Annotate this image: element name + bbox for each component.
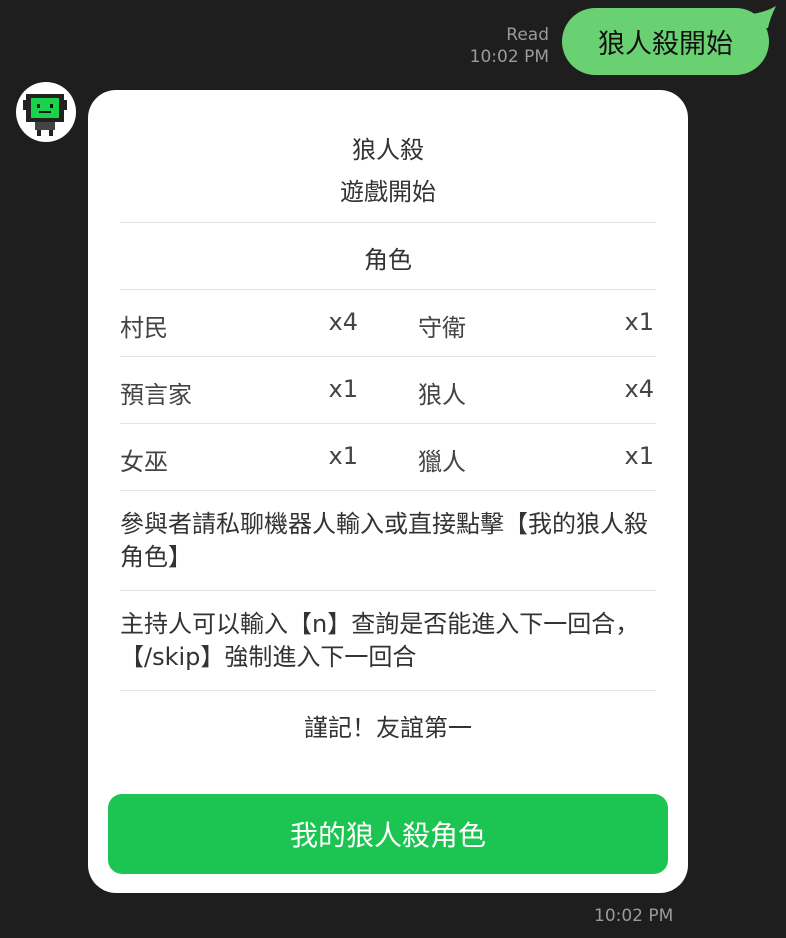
divider xyxy=(120,423,656,424)
sent-message-text: 狼人殺開始 xyxy=(598,29,733,60)
sent-timestamp: 10:02 PM xyxy=(469,47,549,67)
role-name: 守衛 xyxy=(418,314,466,342)
my-role-button[interactable]: 我的狼人殺角色 xyxy=(108,794,668,874)
card-subtitle: 遊戲開始 xyxy=(340,178,436,206)
sent-message-bubble[interactable]: 狼人殺開始 xyxy=(562,8,769,75)
role-count: x1 xyxy=(328,442,358,470)
bot-avatar[interactable] xyxy=(16,82,76,142)
host-instructions: 主持人可以輸入【n】查詢是否能進入下一回合，【/skip】強制進入下一回合 xyxy=(120,610,640,671)
game-start-card: 狼人殺 遊戲開始 角色 村民 x4 守衛 x1 預言家 x1 狼人 x4 女巫 … xyxy=(88,90,688,893)
card-title: 狼人殺 xyxy=(352,136,424,164)
role-name: 預言家 xyxy=(120,381,192,409)
divider xyxy=(120,356,656,357)
role-count: x1 xyxy=(328,375,358,403)
roles-header: 角色 xyxy=(364,246,412,274)
role-count: x1 xyxy=(624,442,654,470)
divider xyxy=(120,690,656,691)
role-count: x1 xyxy=(624,308,654,336)
divider xyxy=(120,222,656,223)
role-count: x4 xyxy=(328,308,358,336)
read-receipt: Read xyxy=(506,25,549,45)
divider xyxy=(120,590,656,591)
divider xyxy=(120,289,656,290)
divider xyxy=(120,490,656,491)
friendship-note: 謹記！友誼第一 xyxy=(304,714,472,742)
message-status: Read 10:02 PM xyxy=(470,24,549,68)
role-name: 村民 xyxy=(120,314,168,342)
role-name: 獵人 xyxy=(418,448,466,476)
my-role-button-label: 我的狼人殺角色 xyxy=(289,819,486,852)
role-count: x4 xyxy=(624,375,654,403)
robot-icon xyxy=(23,94,67,136)
received-timestamp: 10:02 PM xyxy=(594,906,674,926)
role-name: 女巫 xyxy=(120,448,168,476)
player-instructions: 參與者請私聊機器人輸入或直接點擊【我的狼人殺角色】 xyxy=(120,510,648,571)
role-name: 狼人 xyxy=(418,381,466,409)
